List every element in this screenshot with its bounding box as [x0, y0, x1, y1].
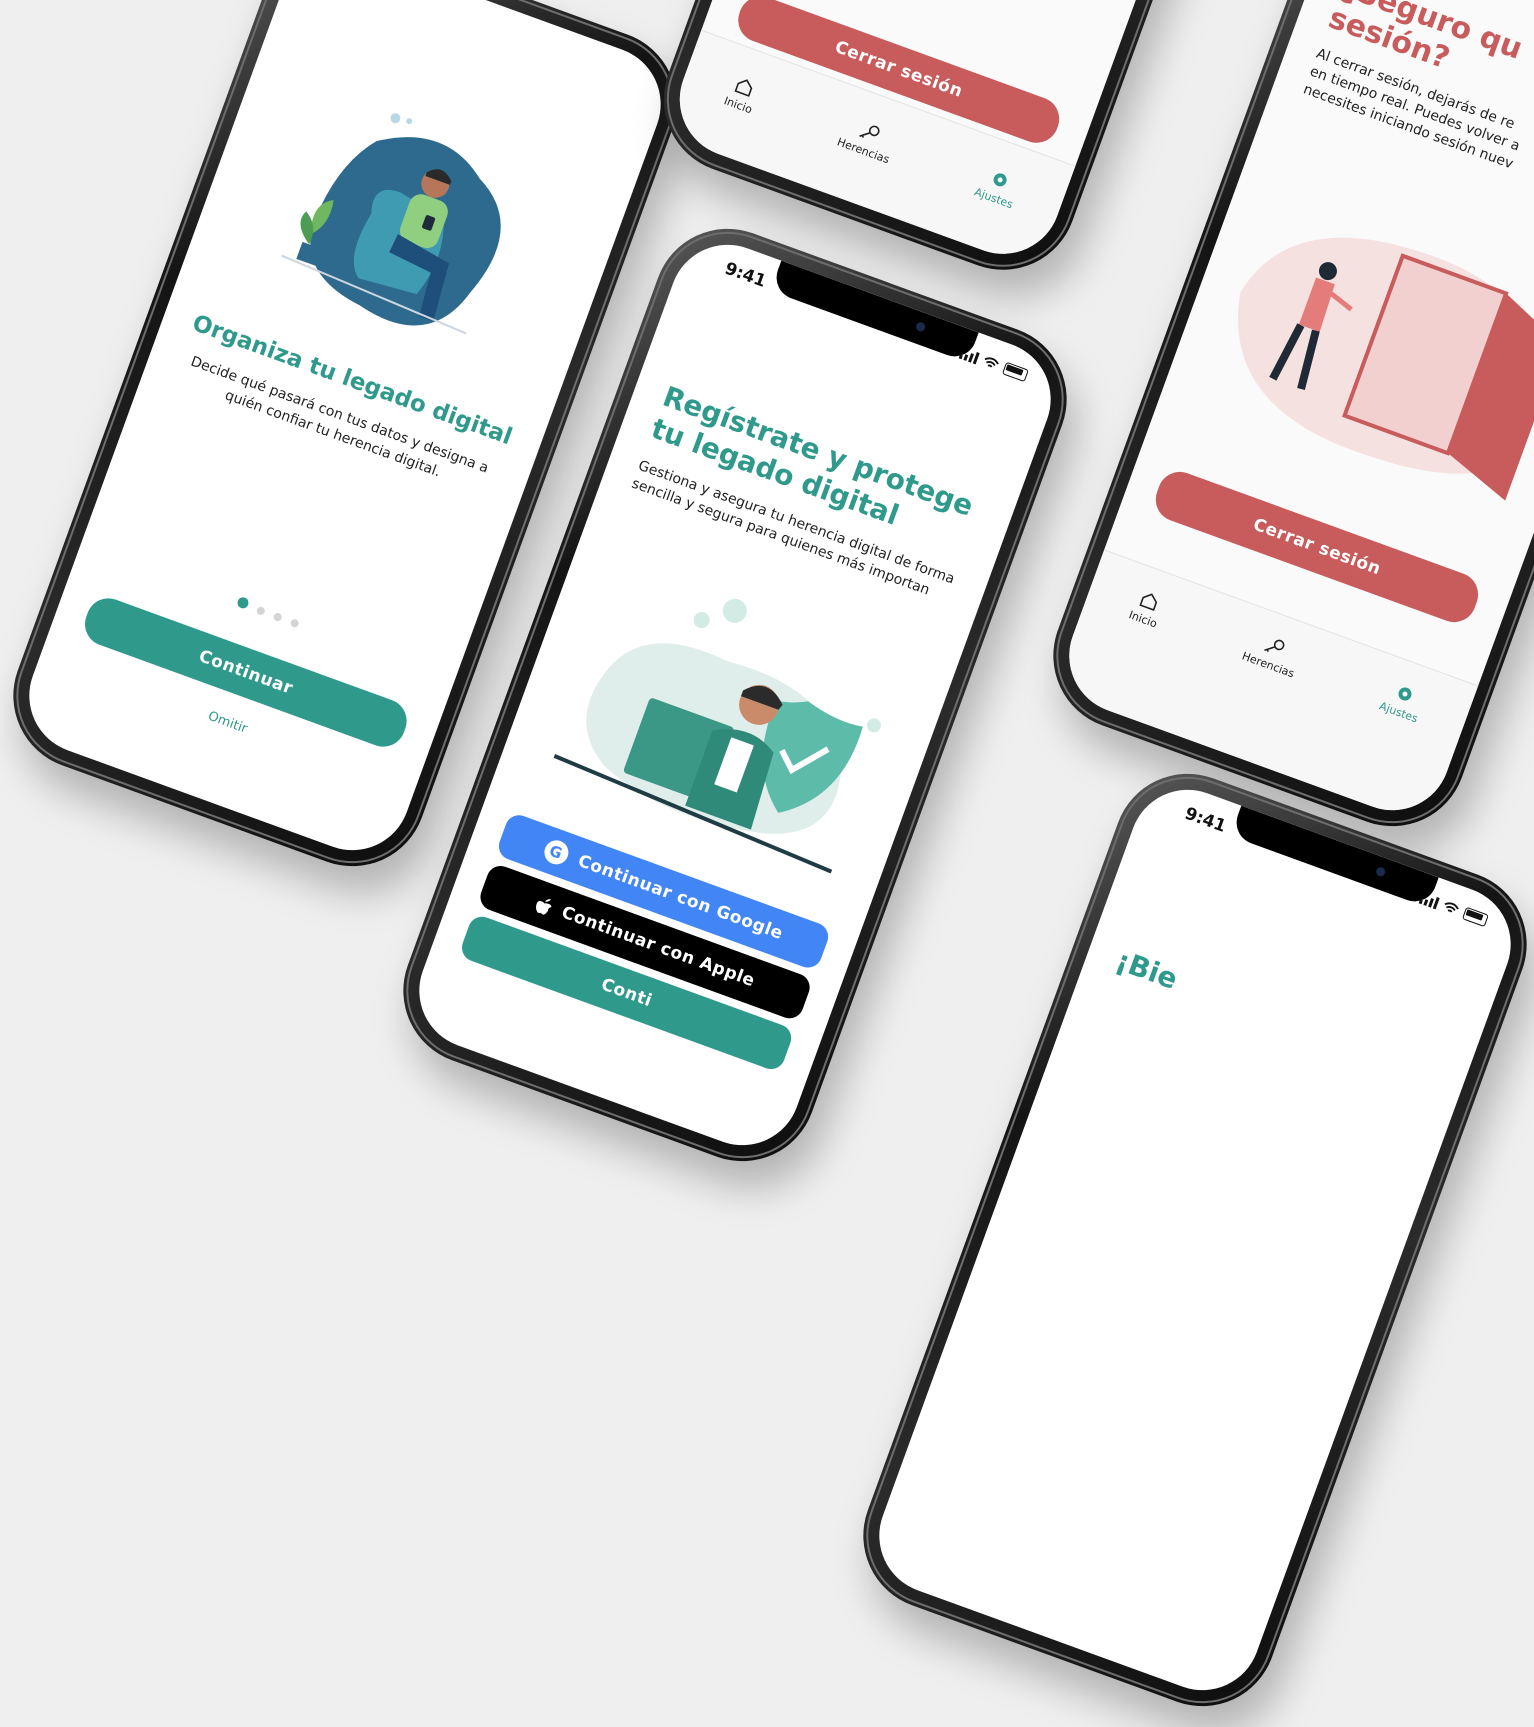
- status-time: 9:41: [722, 258, 769, 292]
- page-dot[interactable]: [272, 611, 283, 623]
- battery-icon: [1001, 361, 1029, 383]
- signal-icon: [958, 346, 980, 364]
- wifi-icon: [984, 356, 1000, 368]
- tab-inicio[interactable]: Inicio: [1127, 586, 1167, 630]
- status-icons: [1418, 891, 1489, 928]
- front-camera: [914, 321, 927, 333]
- logout-confirm-screen: ¿Seguro qu sesión? Al cerrar sesión, dej…: [1052, 0, 1534, 827]
- gear-icon: [1398, 687, 1412, 701]
- door-exit-illustration: [1238, 237, 1534, 501]
- logout-button-label: Cerrar sesión: [1250, 514, 1384, 580]
- tab-herencias[interactable]: Herencias: [1240, 627, 1304, 680]
- tab-ajustes[interactable]: Ajustes: [972, 164, 1023, 212]
- continue-button-label: Continuar: [195, 646, 296, 699]
- page-dot[interactable]: [289, 617, 300, 629]
- front-camera: [1374, 866, 1387, 878]
- page-dot-active[interactable]: [235, 595, 250, 610]
- phone-welcome: 9:41 ¡Bie: [842, 753, 1534, 1727]
- wifi-icon: [1444, 901, 1460, 913]
- tab-ajustes[interactable]: Ajustes: [1378, 677, 1428, 725]
- page-dot[interactable]: [255, 605, 266, 616]
- continue-email-label: Conti: [598, 974, 655, 1012]
- battery-icon: [1461, 906, 1489, 928]
- status-time: 9:41: [1182, 803, 1229, 837]
- signal-icon: [1418, 891, 1440, 909]
- key-icon: [859, 125, 881, 139]
- tab-inicio[interactable]: Inicio: [722, 73, 762, 116]
- key-icon: [1264, 639, 1286, 652]
- settings-screen: Cerrar sesión Inicio Herencias Ajustes: [663, 0, 1287, 271]
- tab-label: Ajustes: [972, 185, 1015, 212]
- tab-label: Ajustes: [1377, 698, 1420, 725]
- gear-icon: [993, 173, 1007, 187]
- status-icons: [958, 346, 1029, 383]
- home-icon: [1139, 592, 1158, 611]
- google-icon: G: [540, 836, 572, 868]
- home-icon: [734, 79, 753, 97]
- welcome-screen: 9:41 ¡Bie: [862, 773, 1528, 1707]
- phone-logout-confirm: ¿Seguro qu sesión? Al cerrar sesión, dej…: [1032, 0, 1534, 847]
- apple-icon: [535, 898, 552, 915]
- welcome-title: ¡Bie: [1111, 943, 1182, 996]
- tab-herencias[interactable]: Herencias: [835, 114, 899, 166]
- person-reading-illustration: [281, 113, 501, 335]
